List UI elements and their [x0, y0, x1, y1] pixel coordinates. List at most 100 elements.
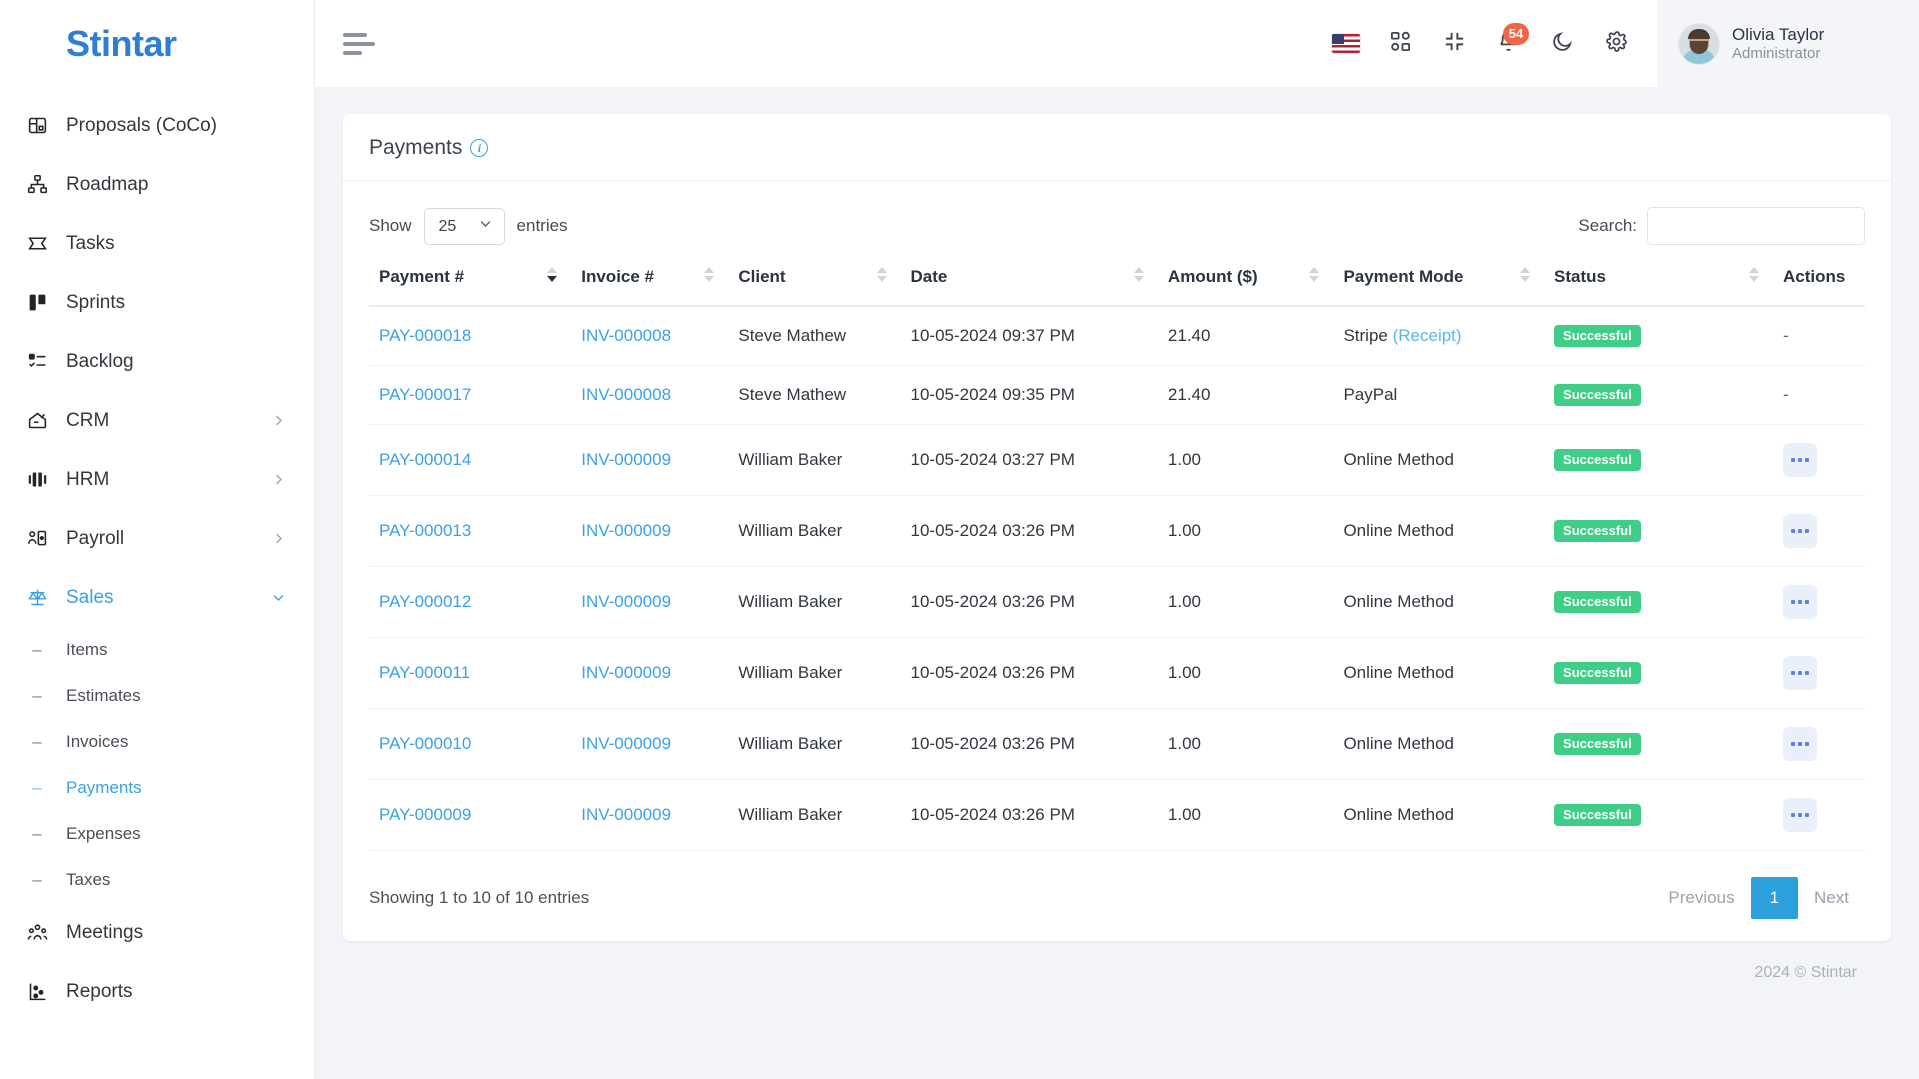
- sort-indicator: [547, 267, 558, 282]
- payment-number-link[interactable]: PAY-000009: [379, 805, 471, 824]
- sidebar-item-meetings[interactable]: Meetings: [0, 903, 314, 962]
- dash-icon: –: [32, 686, 42, 705]
- table-row: PAY-000010 INV-000009 William Baker 10-05-2…: [369, 708, 1865, 780]
- cell-amount: 1.00: [1157, 566, 1334, 638]
- cell-payment-mode: Online Method: [1333, 424, 1545, 496]
- chevron-right-icon: [270, 413, 286, 429]
- col-label: Invoice #: [581, 267, 655, 286]
- cell-payment-mode: Stripe (Receipt): [1333, 306, 1545, 366]
- col-header-date[interactable]: Date: [900, 267, 1158, 307]
- us-flag-icon: [1332, 34, 1360, 53]
- sidebar-item-sales[interactable]: Sales: [0, 568, 314, 627]
- sidebar-item-crm[interactable]: CRM: [0, 391, 314, 450]
- app-root: Stintar Proposals (CoCo) Roadmap Tasks S…: [0, 0, 1919, 1079]
- invoice-number-link[interactable]: INV-000009: [581, 734, 671, 753]
- receipt-link[interactable]: (Receipt): [1393, 326, 1462, 345]
- payment-number-link[interactable]: PAY-000012: [379, 592, 471, 611]
- payment-number-link[interactable]: PAY-000013: [379, 521, 471, 540]
- invoice-number-link[interactable]: INV-000009: [581, 450, 671, 469]
- notifications-button[interactable]: 54: [1481, 17, 1535, 71]
- info-icon[interactable]: i: [470, 139, 489, 157]
- sidebar-item-sprints[interactable]: Sprints: [0, 273, 314, 332]
- page-footer: 2024 © Stintar: [343, 941, 1891, 1005]
- search-input[interactable]: [1647, 207, 1865, 245]
- cell-invoice-number: INV-000009: [571, 637, 729, 709]
- row-actions-menu-button[interactable]: [1783, 514, 1818, 548]
- sidebar-item-proposals[interactable]: Proposals (CoCo): [0, 96, 314, 155]
- cell-actions: [1773, 779, 1865, 851]
- sidebar-subitem-label: Taxes: [66, 870, 111, 889]
- sidebar-subitem-estimates[interactable]: – Estimates: [0, 673, 314, 719]
- avatar-beard: [1690, 40, 1708, 54]
- row-actions-menu-button[interactable]: [1783, 585, 1818, 619]
- hamburger-line: [343, 41, 375, 46]
- row-actions-menu-button[interactable]: [1783, 656, 1818, 690]
- row-actions-menu-button[interactable]: [1783, 443, 1818, 477]
- cell-client: Steve Mathew: [728, 365, 901, 425]
- hamburger-icon[interactable]: [337, 21, 383, 67]
- cell-invoice-number: INV-000009: [571, 779, 729, 851]
- cell-date: 10-05-2024 03:27 PM: [900, 424, 1158, 496]
- invoice-number-link[interactable]: INV-000008: [581, 326, 671, 345]
- settings-button[interactable]: [1589, 17, 1643, 71]
- sidebar-item-payroll[interactable]: Payroll: [0, 509, 314, 568]
- show-label: Show: [369, 216, 412, 235]
- pagination-next[interactable]: Next: [1798, 878, 1865, 918]
- brand-logo[interactable]: Stintar: [0, 0, 314, 88]
- sidebar-item-hrm[interactable]: HRM: [0, 450, 314, 509]
- cell-payment-mode: PayPal: [1333, 365, 1545, 425]
- sort-indicator: [1520, 267, 1531, 282]
- invoice-number-link[interactable]: INV-000009: [581, 592, 671, 611]
- payment-mode-text: PayPal: [1343, 385, 1398, 404]
- status-badge: Successful: [1554, 384, 1641, 406]
- col-header-status[interactable]: Status: [1544, 267, 1774, 307]
- entries-select[interactable]: 102550100: [423, 207, 505, 245]
- sidebar-item-label: Meetings: [66, 921, 144, 943]
- dark-mode-toggle-button[interactable]: [1535, 17, 1589, 71]
- cell-amount: 1.00: [1157, 424, 1334, 496]
- payment-number-link[interactable]: PAY-000010: [379, 734, 471, 753]
- invoice-number-link[interactable]: INV-000009: [581, 663, 671, 682]
- pagination-page-1[interactable]: 1: [1750, 877, 1799, 919]
- sidebar-subitem-payments[interactable]: – Payments: [0, 765, 314, 811]
- payment-number-link[interactable]: PAY-000011: [379, 663, 470, 682]
- sidebar-item-roadmap[interactable]: Roadmap: [0, 155, 314, 214]
- pagination-previous[interactable]: Previous: [1652, 878, 1750, 918]
- payment-number-link[interactable]: PAY-000018: [379, 326, 471, 345]
- cell-invoice-number: INV-000009: [571, 495, 729, 567]
- col-label: Payment Mode: [1343, 267, 1464, 286]
- payment-number-link[interactable]: PAY-000014: [379, 450, 471, 469]
- sidebar-item-tasks[interactable]: Tasks: [0, 214, 314, 273]
- cell-actions: [1773, 637, 1865, 709]
- cell-date: 10-05-2024 03:26 PM: [900, 779, 1158, 851]
- dash-icon: –: [32, 778, 42, 797]
- sidebar-item-label: Backlog: [66, 350, 134, 372]
- sidebar-item-backlog[interactable]: Backlog: [0, 332, 314, 391]
- language-selector-button[interactable]: [1319, 17, 1373, 71]
- row-actions-menu-button[interactable]: [1783, 727, 1818, 761]
- crm-icon: [22, 408, 52, 434]
- sidebar-subitem-items[interactable]: – Items: [0, 627, 314, 673]
- invoice-number-link[interactable]: INV-000009: [581, 521, 671, 540]
- chevron-right-icon: [270, 531, 286, 547]
- cell-payment-number: PAY-000012: [369, 566, 572, 638]
- cell-client: Steve Mathew: [728, 306, 901, 366]
- col-header-invoice-number[interactable]: Invoice #: [571, 267, 729, 307]
- fullscreen-toggle-button[interactable]: [1427, 17, 1481, 71]
- col-header-payment-number[interactable]: Payment #: [369, 267, 572, 307]
- apps-grid-button[interactable]: [1373, 17, 1427, 71]
- sidebar-item-reports[interactable]: Reports: [0, 962, 314, 1021]
- payment-mode-text: Online Method: [1343, 734, 1455, 753]
- invoice-number-link[interactable]: INV-000008: [581, 385, 671, 404]
- sidebar-subitem-taxes[interactable]: – Taxes: [0, 857, 314, 903]
- payment-number-link[interactable]: PAY-000017: [379, 385, 471, 404]
- sidebar-subitem-invoices[interactable]: – Invoices: [0, 719, 314, 765]
- row-actions-menu-button[interactable]: [1783, 798, 1818, 832]
- col-header-client[interactable]: Client: [728, 267, 901, 307]
- col-header-amount[interactable]: Amount ($): [1157, 267, 1334, 307]
- payroll-icon: [22, 526, 52, 552]
- sidebar-subitem-expenses[interactable]: – Expenses: [0, 811, 314, 857]
- user-profile-menu[interactable]: Olivia Taylor Administrator: [1657, 0, 1919, 88]
- invoice-number-link[interactable]: INV-000009: [581, 805, 671, 824]
- col-header-payment-mode[interactable]: Payment Mode: [1333, 267, 1545, 307]
